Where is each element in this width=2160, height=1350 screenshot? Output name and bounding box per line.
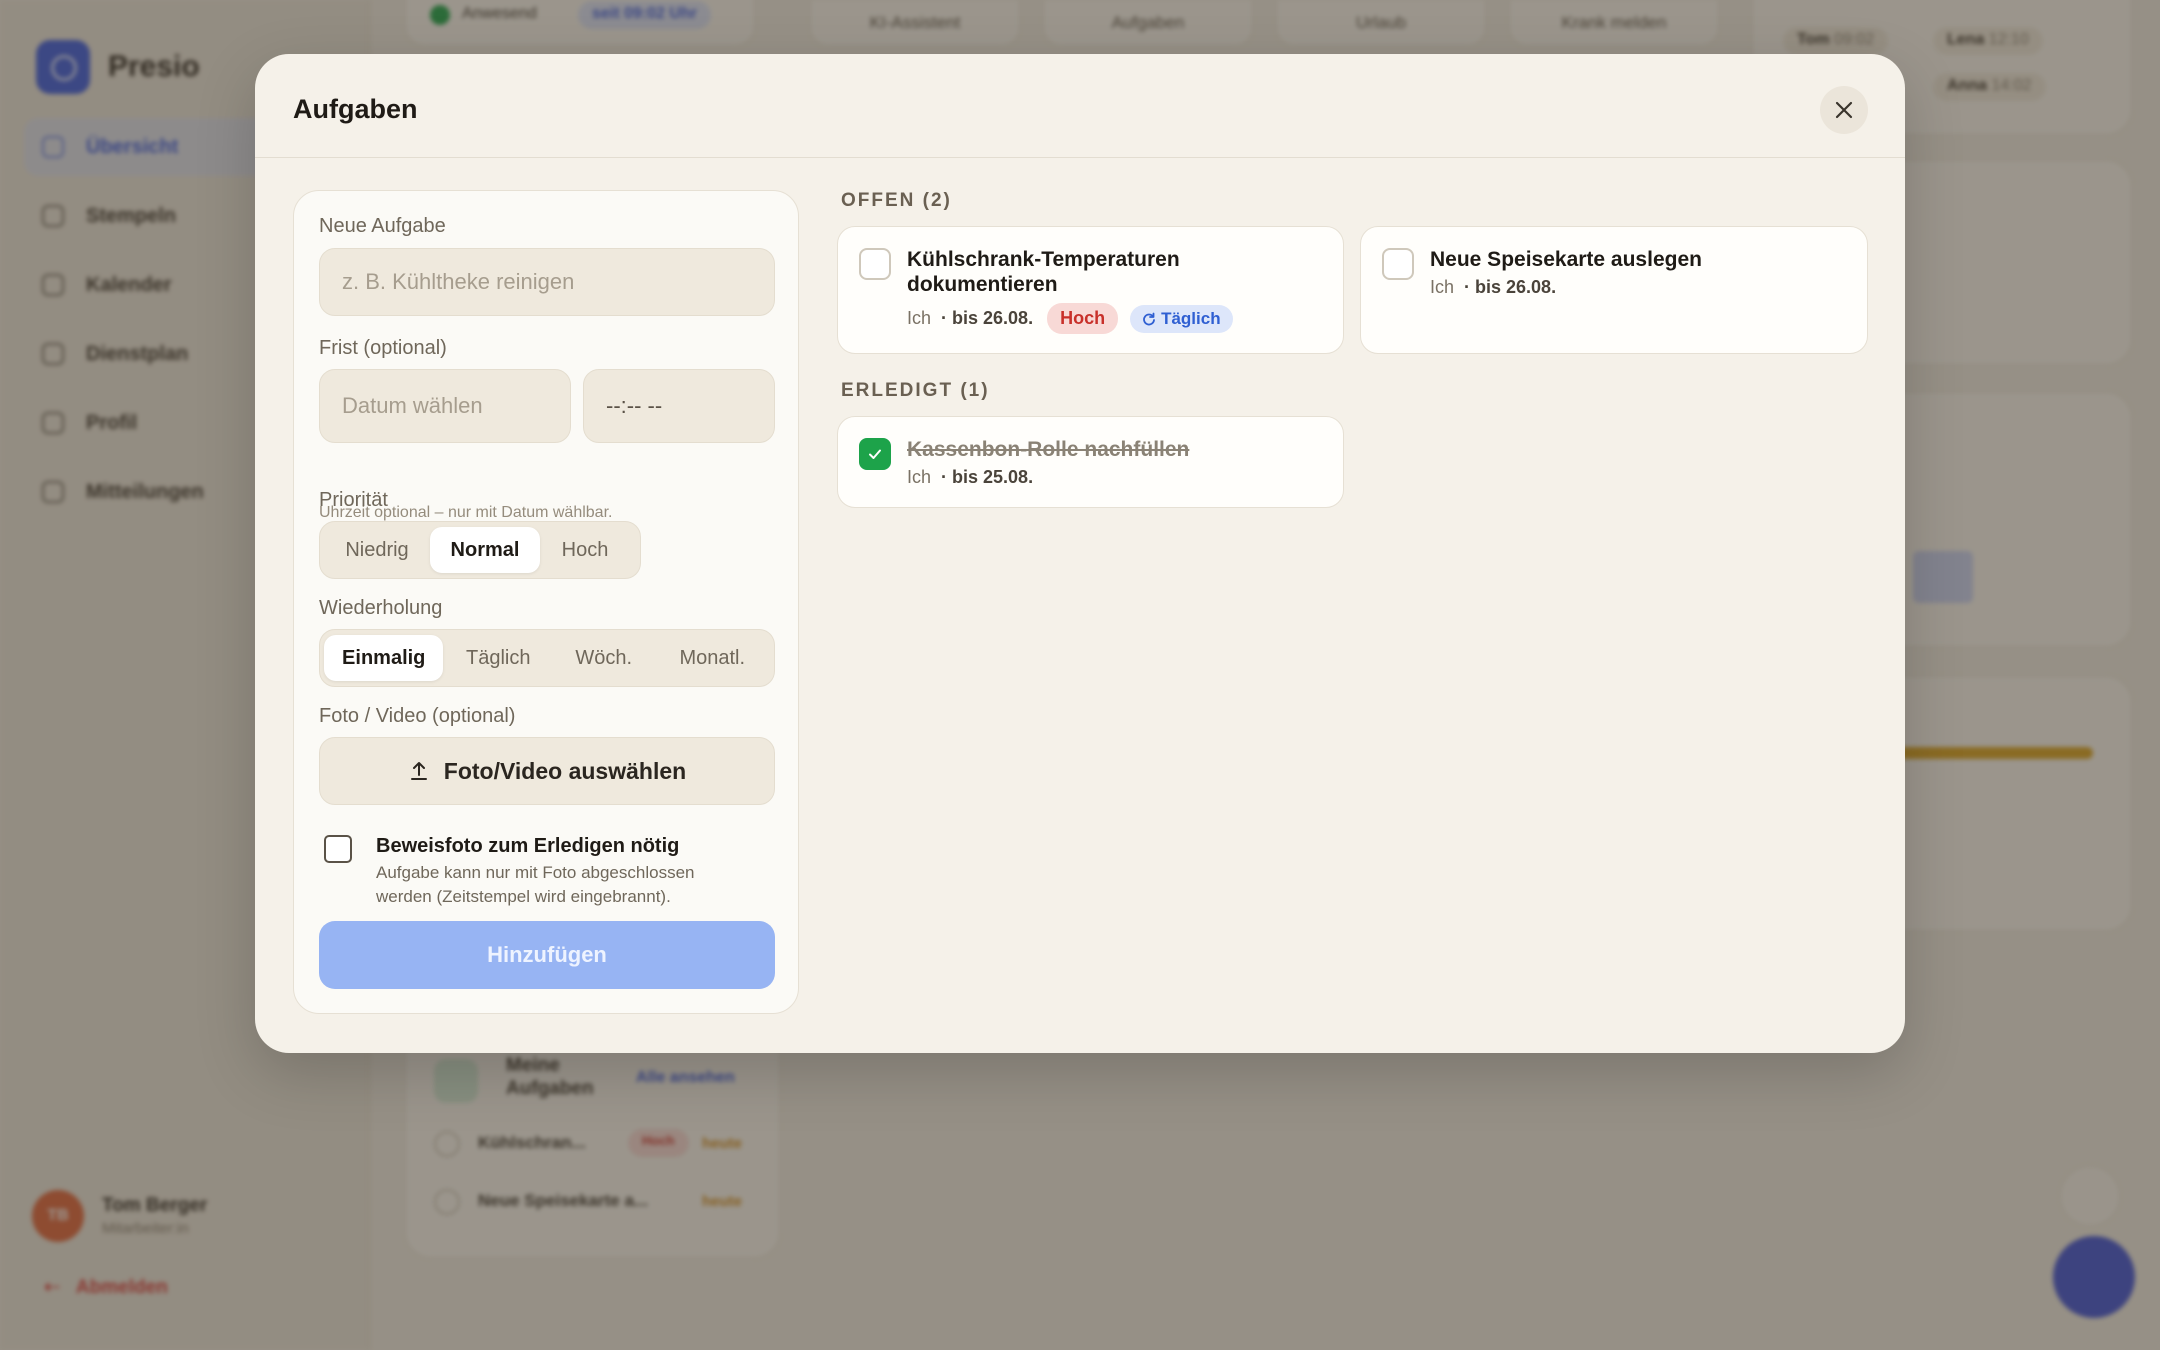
proof-photo-title: Beweisfoto zum Erledigen nötig (376, 835, 680, 857)
priority-option-high[interactable]: Hoch (540, 527, 630, 573)
media-label: Foto / Video (optional) (319, 705, 516, 727)
task-assignee: Ich (907, 308, 932, 328)
date-picker-input[interactable]: Datum wählen (319, 369, 571, 443)
task-checkbox-checked[interactable] (859, 438, 891, 470)
proof-photo-description: Aufgabe kann nur mit Foto abgeschlossen … (376, 863, 695, 906)
repeat-badge-label: Täglich (1161, 308, 1221, 328)
task-meta: Ich · bis 25.08. (907, 467, 1033, 488)
priority-option-low[interactable]: Niedrig (324, 527, 430, 573)
repeat-label: Wiederholung (319, 597, 443, 619)
check-icon (869, 449, 881, 459)
task-card-done[interactable]: Kassenbon-Rolle nachfüllen Ich · bis 25.… (837, 416, 1344, 508)
repeat-segmented-control: Einmalig Täglich Wöch. Monatl. (319, 629, 775, 687)
modal-title: Aufgaben (293, 94, 418, 124)
task-checkbox[interactable] (1382, 248, 1414, 280)
tasks-modal: Aufgaben Neue Aufgabe z. B. Kühltheke re… (255, 54, 1905, 1053)
done-section-heading: ERLEDIGT (1) (841, 380, 990, 401)
task-assignee: Ich (1430, 277, 1455, 297)
upload-icon (410, 762, 427, 780)
task-meta: Ich · bis 26.08. Hoch Täglich (907, 303, 1233, 334)
new-task-input[interactable]: z. B. Kühltheke reinigen (319, 248, 775, 316)
priority-label: Priorität (319, 489, 388, 511)
priority-segmented-control: Niedrig Normal Hoch (319, 521, 641, 579)
time-input[interactable]: --:-- -- (583, 369, 775, 443)
task-meta: Ich · bis 26.08. (1430, 277, 1556, 298)
task-title: Kassenbon-Rolle nachfüllen (907, 438, 1190, 461)
new-task-label: Neue Aufgabe (319, 215, 446, 237)
upload-media-button[interactable]: Foto/Video auswählen (319, 737, 775, 805)
task-title: Kühlschrank-Temperaturen dokumentieren (907, 248, 1180, 297)
repeat-option-daily[interactable]: Täglich (443, 635, 553, 681)
modal-header: Aufgaben (255, 54, 1905, 158)
add-task-button[interactable]: Hinzufügen (319, 921, 775, 989)
close-button[interactable] (1820, 86, 1868, 134)
priority-option-normal[interactable]: Normal (430, 527, 540, 573)
new-task-form: Neue Aufgabe z. B. Kühltheke reinigen Fr… (293, 190, 799, 1014)
task-due: · bis 26.08. (941, 308, 1034, 328)
proof-photo-checkbox[interactable] (324, 835, 352, 863)
task-card[interactable]: Neue Speisekarte auslegen Ich · bis 26.0… (1360, 226, 1868, 354)
repeat-badge: Täglich (1130, 304, 1233, 333)
task-due: · bis 26.08. (1464, 277, 1557, 297)
task-title: Neue Speisekarte auslegen (1430, 248, 1702, 271)
deadline-label: Frist (optional) (319, 337, 447, 359)
close-icon (1835, 101, 1853, 119)
repeat-option-weekly[interactable]: Wöch. (553, 635, 655, 681)
priority-badge: Hoch (1047, 303, 1119, 334)
repeat-option-monthly[interactable]: Monatl. (655, 635, 770, 681)
task-assignee: Ich (907, 467, 932, 487)
open-section-heading: OFFEN (2) (841, 190, 952, 211)
task-checkbox[interactable] (859, 248, 891, 280)
repeat-icon (1143, 312, 1155, 325)
repeat-option-once[interactable]: Einmalig (324, 635, 444, 681)
task-due: · bis 25.08. (941, 467, 1034, 487)
task-card[interactable]: Kühlschrank-Temperaturen dokumentieren I… (837, 226, 1344, 354)
upload-media-label: Foto/Video auswählen (443, 757, 687, 784)
